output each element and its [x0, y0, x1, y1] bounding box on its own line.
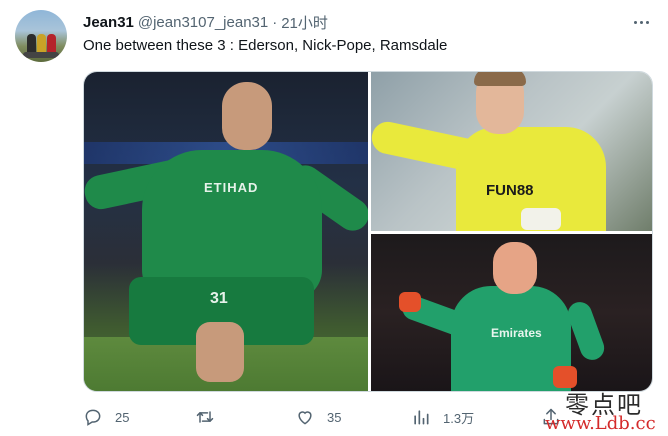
retweet-button[interactable]: [195, 403, 227, 431]
views-button[interactable]: 1.3万: [411, 403, 474, 431]
author-handle[interactable]: @jean3107_jean31: [138, 14, 268, 31]
more-dot: [633, 20, 637, 24]
tweet-card[interactable]: Jean31 @jean3107_jean31 · 21小时 One betwe…: [0, 0, 668, 436]
jersey-sponsor: ETIHAD: [204, 180, 259, 195]
reply-count: 25: [115, 409, 130, 425]
jersey-sponsor: Emirates: [491, 326, 542, 340]
photo-ederson[interactable]: ETIHAD 31: [84, 72, 368, 391]
avatar[interactable]: [15, 10, 67, 62]
views-count: 1.3万: [443, 410, 475, 426]
more-dot: [639, 20, 643, 24]
tweet-header: Jean31 @jean3107_jean31 · 21小时: [83, 11, 328, 33]
media-grid: ETIHAD 31 FUN88 Emirates: [83, 71, 653, 392]
heart-icon: [298, 411, 312, 425]
like-count: 35: [327, 409, 342, 425]
jersey-sponsor: FUN88: [486, 182, 534, 199]
player-head: [222, 82, 272, 150]
player-glove: [521, 208, 561, 230]
tweet-time[interactable]: 21小时: [281, 12, 328, 33]
more-dot: [645, 20, 649, 24]
like-button[interactable]: 35: [295, 403, 341, 431]
player-leg: [196, 322, 244, 382]
separator-dot: ·: [272, 13, 278, 31]
photo-ramsdale[interactable]: Emirates: [371, 234, 652, 391]
player-hair: [474, 72, 526, 86]
watermark-url: www.Ldb.cc: [545, 413, 656, 434]
player-head: [493, 242, 537, 294]
reply-icon: [85, 409, 101, 426]
tweet-text: One between these 3 : Ederson, Nick-Pope…: [83, 37, 448, 54]
player-glove: [399, 292, 421, 312]
more-icon[interactable]: [631, 12, 651, 32]
views-icon: [414, 410, 429, 425]
shorts-number: 31: [210, 290, 228, 307]
author-name[interactable]: Jean31: [83, 14, 134, 31]
reply-button[interactable]: 25: [83, 403, 129, 431]
retweet-icon: [196, 411, 214, 423]
avatar-motorbike: [23, 52, 59, 58]
photo-nick-pope[interactable]: FUN88: [371, 72, 652, 231]
